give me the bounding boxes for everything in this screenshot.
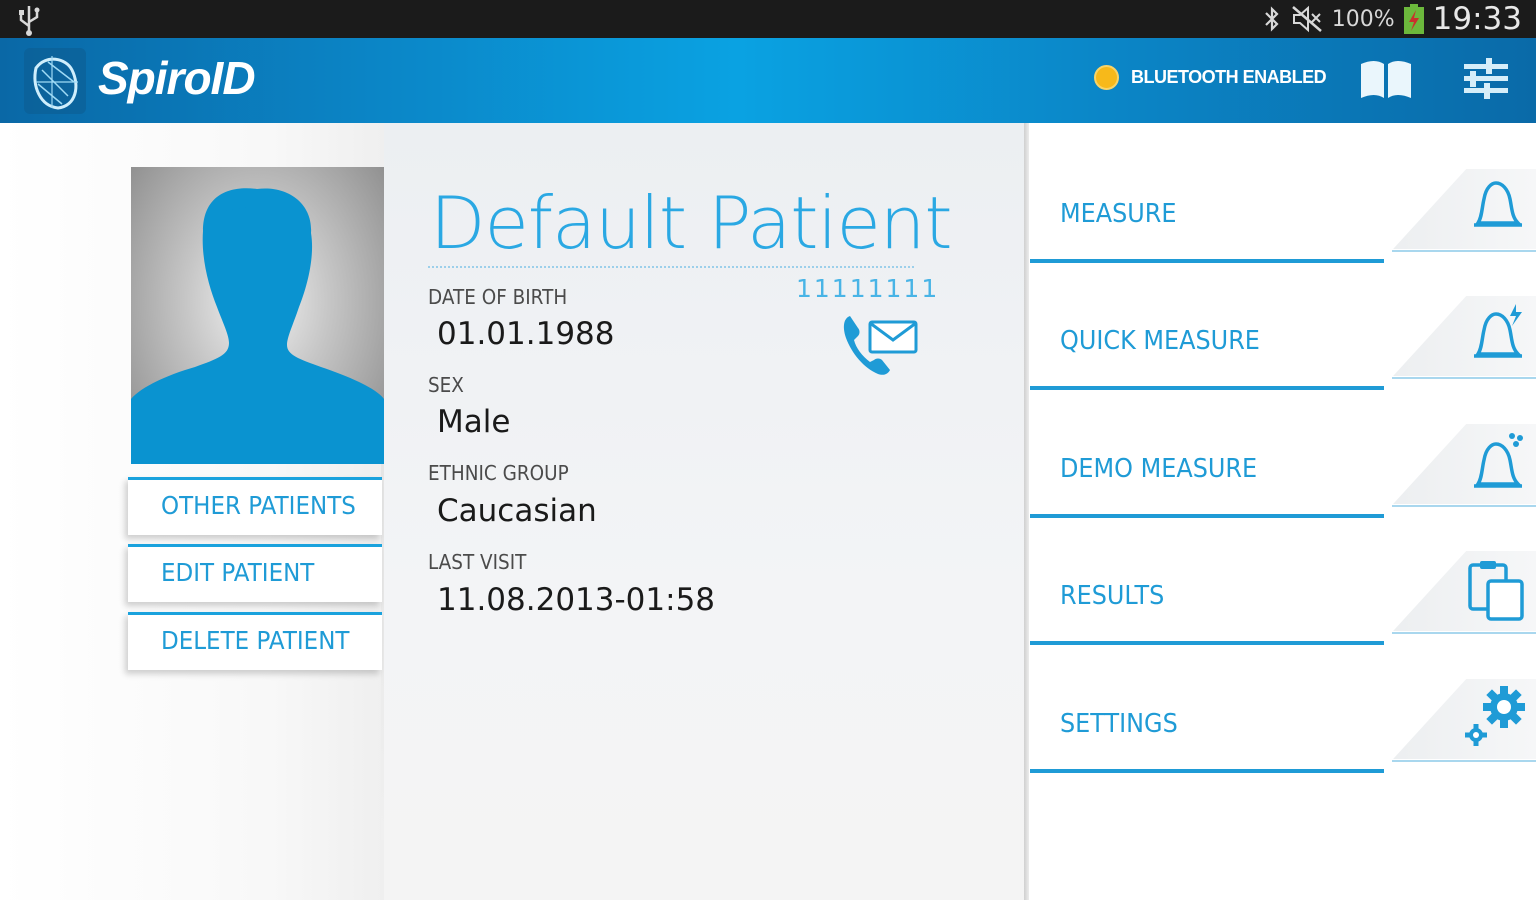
muted-icon — [1291, 5, 1322, 33]
dob-label: DATE OF BIRTH — [428, 285, 568, 309]
book-icon[interactable] — [1358, 56, 1414, 102]
bell-lightning-icon — [1474, 304, 1523, 358]
patient-id: 11111111 — [796, 274, 940, 303]
bluetooth-status-label: BLUETOOTH ENABLED — [1131, 67, 1327, 87]
bell-icon — [1474, 181, 1523, 227]
clock: 19:33 — [1432, 1, 1522, 37]
demo-measure-label: DEMO MEASURE — [1060, 454, 1258, 484]
edit-patient-label: EDIT PATIENT — [161, 558, 315, 587]
bluetooth-status-dot — [1094, 65, 1119, 90]
results-label: RESULTS — [1060, 581, 1165, 611]
other-patients-button[interactable]: OTHER PATIENTS — [128, 477, 382, 535]
quick-measure-label: QUICK MEASURE — [1060, 326, 1260, 356]
last-visit-value: 11.08.2013-01:58 — [437, 582, 716, 618]
sex-value: Male — [437, 404, 511, 440]
clipboard-icon — [1468, 561, 1524, 621]
edit-patient-button[interactable]: EDIT PATIENT — [128, 544, 382, 602]
delete-patient-button[interactable]: DELETE PATIENT — [128, 612, 382, 670]
divider — [428, 266, 914, 268]
patient-name: Default Patient — [430, 181, 953, 265]
battery-charging-icon — [1403, 4, 1424, 34]
usb-icon — [19, 6, 40, 36]
bluetooth-status: BLUETOOTH ENABLED — [1094, 65, 1327, 90]
other-patients-label: OTHER PATIENTS — [161, 491, 356, 520]
settings-button[interactable]: SETTINGS — [1030, 675, 1536, 777]
dob-value: 01.01.1988 — [437, 316, 615, 352]
sliders-icon[interactable] — [1462, 56, 1510, 102]
bell-demo-icon — [1474, 433, 1523, 488]
last-visit-label: LAST VISIT — [428, 550, 527, 574]
delete-patient-label: DELETE PATIENT — [161, 626, 350, 655]
ethnic-group-label: ETHNIC GROUP — [428, 461, 569, 485]
divider — [1024, 123, 1029, 900]
person-silhouette-icon — [131, 188, 384, 464]
demo-measure-button[interactable]: DEMO MEASURE — [1030, 420, 1536, 522]
battery-percent: 100% — [1331, 6, 1395, 32]
gears-icon — [1465, 686, 1525, 746]
measure-label: MEASURE — [1060, 199, 1177, 229]
logo-icon — [24, 48, 86, 114]
settings-label: SETTINGS — [1060, 709, 1178, 739]
measure-button[interactable]: MEASURE — [1030, 165, 1536, 267]
status-bar: 100% 19:33 — [0, 0, 1536, 38]
ethnic-group-value: Caucasian — [437, 493, 597, 529]
app-title: SpiroID — [98, 52, 256, 104]
avatar — [131, 167, 384, 464]
quick-measure-button[interactable]: QUICK MEASURE — [1030, 292, 1536, 394]
results-button[interactable]: RESULTS — [1030, 547, 1536, 649]
app-bar: SpiroID BLUETOOTH ENABLED — [0, 38, 1536, 123]
sex-label: SEX — [428, 373, 464, 397]
contact-phone-mail-icon[interactable] — [840, 312, 920, 378]
bluetooth-icon — [1264, 6, 1279, 32]
